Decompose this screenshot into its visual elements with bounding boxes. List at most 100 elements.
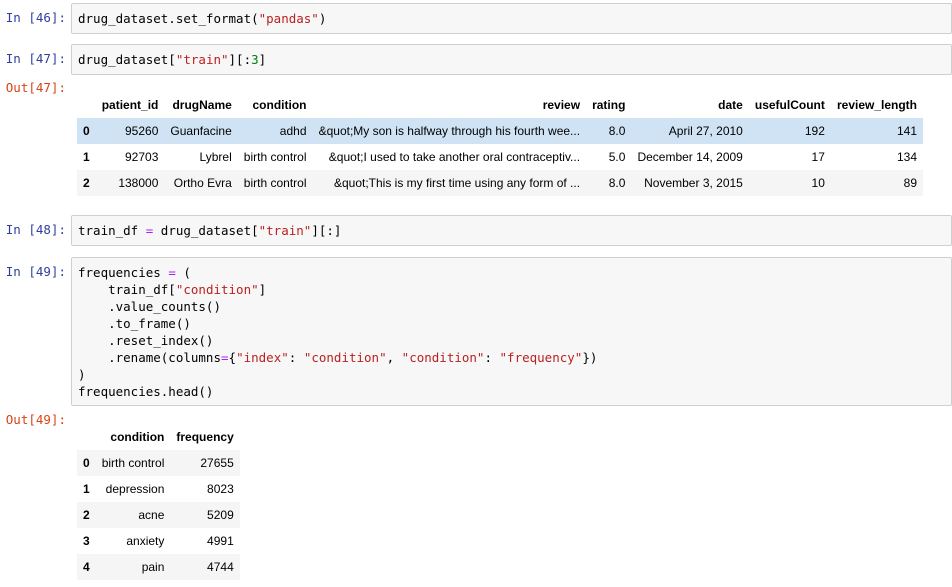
table-row[interactable]: 2 138000 Ortho Evra birth control &quot;This… [77, 170, 923, 196]
code-token: ][: [228, 52, 252, 67]
table-cell: November 3, 2015 [644, 176, 743, 190]
code-token: train_df [78, 223, 146, 238]
index-header [77, 424, 96, 450]
column-header: frequency [176, 430, 234, 444]
code-cell-49[interactable]: frequencies = ( train_df["condition"] .v… [71, 257, 952, 406]
column-header: condition [110, 430, 165, 444]
table-cell: acne [138, 508, 165, 522]
table-cell: birth control [243, 150, 307, 164]
column-header: rating [592, 98, 626, 112]
out-prompt-47: Out[47]: [5, 80, 66, 95]
code-token: "train" [175, 52, 229, 67]
column-header: drugName [172, 98, 232, 112]
code-token: .rename(columns [78, 350, 221, 365]
code-line: .to_frame() [78, 315, 945, 332]
table-cell: 192 [804, 124, 825, 138]
code-cell-47[interactable]: drug_dataset["train"][:3] [71, 44, 952, 75]
code-cell-46[interactable]: drug_dataset.set_format("pandas") [71, 3, 952, 34]
code-token: "train" [258, 223, 312, 238]
code-token: ] [258, 282, 267, 297]
column-header: review [542, 98, 581, 112]
code-token: .to_frame() [78, 316, 191, 331]
table-cell: 4744 [207, 560, 234, 574]
table-cell: 8.0 [608, 176, 626, 190]
table-cell: Guanfacine [170, 124, 232, 138]
code-line: frequencies.head() [78, 383, 945, 400]
code-token: drug_dataset[ [78, 52, 176, 67]
code-token: : [288, 350, 304, 365]
table-cell: depression [105, 482, 165, 496]
table-cell: birth control [243, 176, 307, 190]
code-token: "pandas" [258, 11, 319, 26]
code-token: }) [582, 350, 598, 365]
table-row[interactable]: 2 acne 5209 [77, 502, 240, 528]
code-token: train_df[ [78, 282, 176, 297]
code-token: "condition" [303, 350, 387, 365]
column-header: date [718, 98, 743, 112]
code-token: : [484, 350, 500, 365]
column-header: usefulCount [754, 98, 825, 112]
code-token: = [168, 265, 176, 280]
table-cell: 8023 [207, 482, 234, 496]
table-row[interactable]: 1 depression 8023 [77, 476, 240, 502]
dataframe-output-49: condition frequency 0 birth control 27655 1 de… [77, 424, 240, 580]
code-cell-48[interactable]: train_df = drug_dataset["train"][:] [71, 215, 952, 246]
table-cell: 4991 [207, 534, 234, 548]
code-token: "condition" [175, 282, 259, 297]
code-token: { [228, 350, 237, 365]
table-row[interactable]: 1 92703 Lybrel birth control &quot;I used to… [77, 144, 923, 170]
table-cell: 8.0 [608, 124, 626, 138]
code-line: train_df["condition"] [78, 281, 945, 298]
table-cell: birth control [101, 456, 165, 470]
table-cell: 10 [811, 176, 825, 190]
code-token: "index" [236, 350, 289, 365]
table-cell: anxiety [126, 534, 165, 548]
table-row[interactable]: 0 birth control 27655 [77, 450, 240, 476]
table-cell: 92703 [125, 150, 159, 164]
table-cell: 138000 [118, 176, 159, 190]
row-index: 0 [83, 124, 90, 138]
code-token: , [386, 350, 402, 365]
code-line: drug_dataset.set_format("pandas") [78, 10, 945, 27]
code-line: .rename(columns={"index": "condition", "… [78, 349, 945, 366]
table-cell: Lybrel [199, 150, 232, 164]
code-line: .value_counts() [78, 298, 945, 315]
code-line: frequencies = ( [78, 264, 945, 281]
row-index: 1 [83, 150, 90, 164]
code-token: 3 [251, 52, 259, 67]
table-cell: 17 [811, 150, 825, 164]
table-cell: December 14, 2009 [637, 150, 743, 164]
code-token: ) [78, 367, 86, 382]
table-cell: adhd [279, 124, 307, 138]
code-token: drug_dataset.set_format( [78, 11, 259, 26]
table-cell: 95260 [125, 124, 159, 138]
code-token: frequencies [78, 265, 169, 280]
row-index: 1 [83, 482, 90, 496]
table-cell: &quot;I used to take another oral contra… [328, 150, 581, 164]
code-line: ) [78, 366, 945, 383]
table-row[interactable]: 4 pain 4744 [77, 554, 240, 580]
table-row[interactable]: 3 anxiety 4991 [77, 528, 240, 554]
code-token: ) [318, 11, 327, 26]
row-index: 3 [83, 534, 90, 548]
code-token: = [221, 350, 229, 365]
row-index: 2 [83, 176, 90, 190]
table-row[interactable]: 0 95260 Guanfacine adhd &quot;My son is half… [77, 118, 923, 144]
code-token: ][:] [311, 223, 342, 238]
code-token: .value_counts() [78, 299, 221, 314]
table-cell: &quot;My son is halfway through his four… [318, 124, 581, 138]
table-cell: 141 [896, 124, 917, 138]
out-prompt-49: Out[49]: [5, 412, 66, 427]
code-token: ] [258, 52, 267, 67]
row-index: 0 [83, 456, 90, 470]
dataframe-output-47: patient_id drugName condition review rating d… [77, 92, 923, 196]
code-token: "frequency" [499, 350, 583, 365]
table-cell: &quot;This is my first time using any fo… [333, 176, 581, 190]
table-cell: 5.0 [608, 150, 626, 164]
in-prompt-48: In [48]: [5, 222, 66, 237]
code-token: "condition" [401, 350, 485, 365]
row-index: 2 [83, 508, 90, 522]
code-token: ( [175, 265, 191, 280]
column-header: condition [252, 98, 307, 112]
code-line: train_df = drug_dataset["train"][:] [78, 222, 945, 239]
